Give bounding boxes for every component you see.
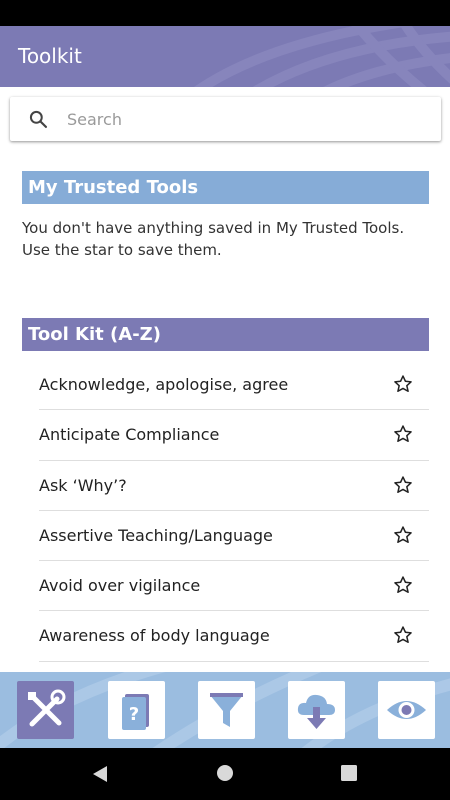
nav-help-button[interactable]: ? [108, 681, 165, 739]
eye-icon [387, 701, 426, 719]
list-item[interactable]: Avoid over vigilance [39, 561, 429, 612]
star-icon[interactable] [393, 525, 413, 545]
recents-icon[interactable] [341, 765, 357, 781]
tool-label: Anticipate Compliance [39, 425, 220, 445]
star-icon[interactable] [393, 475, 413, 495]
list-item[interactable]: Ask ‘Why’? [39, 461, 429, 511]
home-icon[interactable] [216, 764, 234, 782]
filter-icon [210, 693, 243, 727]
app-bar: Toolkit [0, 26, 450, 87]
tool-label: Ask ‘Why’? [39, 475, 127, 495]
nav-tools-button[interactable] [17, 681, 74, 739]
nav-download-button[interactable] [288, 681, 345, 739]
system-navigation-bar [0, 748, 450, 800]
empty-message: You don't have anything saved in My Trus… [22, 219, 405, 259]
tools-icon [28, 689, 66, 727]
nav-view-button[interactable] [378, 681, 435, 739]
list-item[interactable]: Assertive Teaching/Language [39, 511, 429, 562]
list-item[interactable]: Awareness of body language [39, 611, 429, 662]
tool-label: Avoid over vigilance [39, 576, 201, 596]
tool-list: Acknowledge, apologise, agree Anticipate… [39, 360, 429, 672]
star-icon[interactable] [393, 625, 413, 645]
help-book-icon: ? [122, 694, 149, 730]
list-item[interactable] [39, 662, 429, 672]
star-icon[interactable] [393, 575, 413, 595]
search-bar[interactable] [10, 97, 441, 141]
svg-text:?: ? [129, 704, 139, 725]
page-title: Toolkit [18, 44, 82, 68]
search-icon [29, 110, 48, 128]
header-decoration [194, 26, 450, 87]
list-item[interactable]: Anticipate Compliance [39, 410, 429, 461]
toolkit-header: Tool Kit (A-Z) [22, 318, 429, 351]
cloud-download-icon [297, 694, 335, 729]
star-icon[interactable] [393, 424, 413, 444]
trusted-tools-header: My Trusted Tools [22, 171, 429, 204]
back-icon[interactable] [91, 764, 109, 784]
search-input[interactable] [67, 103, 427, 135]
tool-label: Assertive Teaching/Language [39, 525, 273, 545]
list-item[interactable]: Acknowledge, apologise, agree [39, 360, 429, 411]
tool-label: Awareness of body language [39, 626, 270, 646]
nav-filter-button[interactable] [198, 681, 255, 739]
bottom-nav: ? [0, 672, 450, 748]
star-icon[interactable] [393, 374, 413, 394]
tool-label: Acknowledge, apologise, agree [39, 375, 289, 394]
status-bar [0, 0, 450, 26]
